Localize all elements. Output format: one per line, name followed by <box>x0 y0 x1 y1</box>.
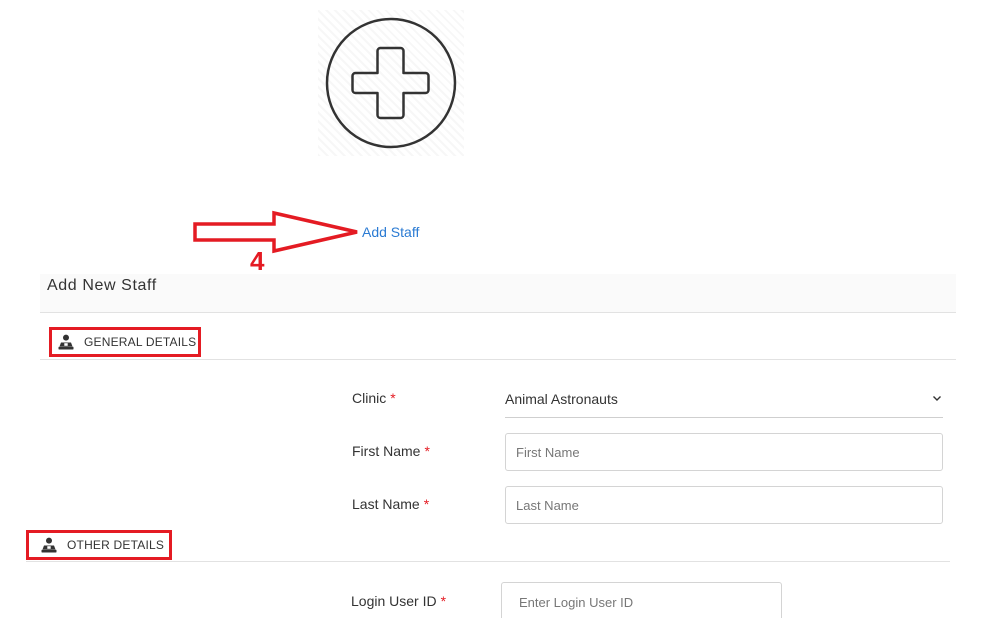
last-name-label: Last Name * <box>352 496 429 512</box>
page-title: Add New Staff <box>47 277 157 294</box>
divider <box>40 359 956 360</box>
last-name-input[interactable] <box>505 486 943 524</box>
divider <box>26 561 950 562</box>
required-mark: * <box>440 593 447 609</box>
annotation-arrow-icon <box>193 210 358 254</box>
photo-upload-area[interactable] <box>318 10 464 156</box>
section-label: GENERAL DETAILS <box>84 335 197 349</box>
annotation-step-number: 4 <box>250 246 265 276</box>
clinic-label: Clinic * <box>352 390 396 406</box>
plus-circle-icon <box>325 17 457 149</box>
first-name-label-text: First Name <box>352 443 421 459</box>
login-user-id-input[interactable] <box>501 582 782 618</box>
add-staff-link[interactable]: Add Staff <box>362 224 419 240</box>
section-general-details[interactable]: GENERAL DETAILS <box>49 327 201 357</box>
clinic-label-text: Clinic <box>352 390 387 406</box>
login-user-id-label: Login User ID * <box>351 593 446 609</box>
clinic-select-value: Animal Astronauts <box>505 391 618 407</box>
first-name-input[interactable] <box>505 433 943 471</box>
login-user-id-label-text: Login User ID <box>351 593 437 609</box>
clinic-select[interactable]: Animal Astronauts <box>505 382 943 418</box>
required-mark: * <box>390 390 396 406</box>
panel-header: Add New Staff <box>40 274 956 313</box>
last-name-label-text: Last Name <box>352 496 420 512</box>
required-mark: * <box>423 496 430 512</box>
section-other-details[interactable]: OTHER DETAILS <box>26 530 172 560</box>
chevron-down-icon <box>933 396 941 401</box>
section-label: OTHER DETAILS <box>67 538 165 552</box>
required-mark: * <box>424 443 430 459</box>
user-group-icon <box>58 334 74 350</box>
user-group-icon <box>41 537 57 553</box>
first-name-label: First Name * <box>352 443 430 459</box>
